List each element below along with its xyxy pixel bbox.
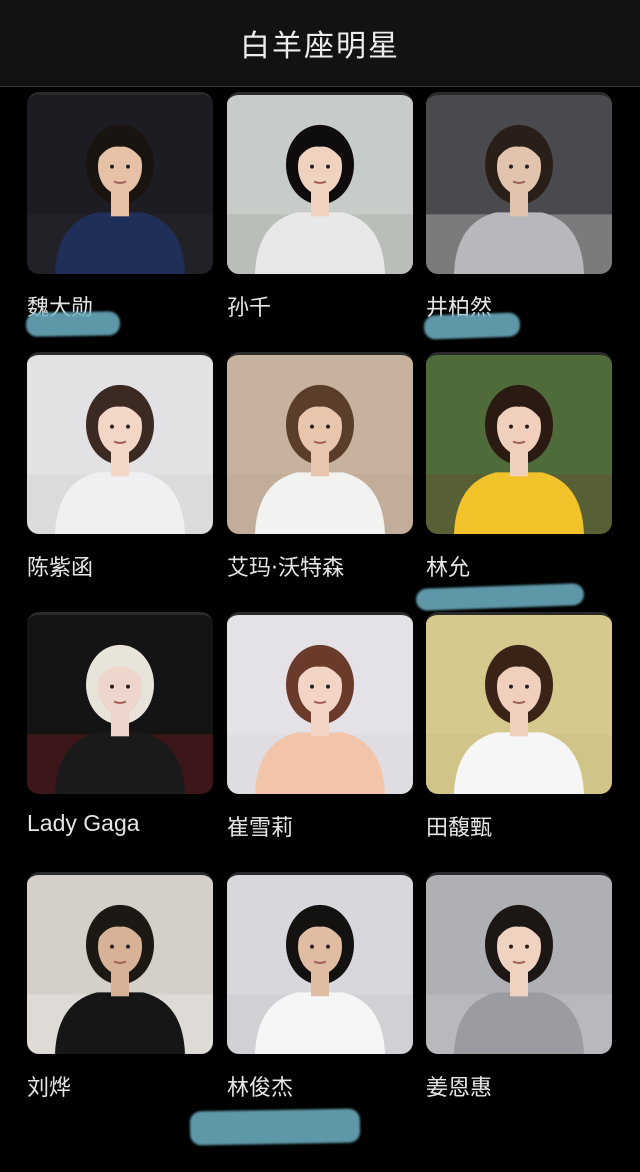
celebrity-card[interactable]: 林俊杰 xyxy=(227,872,417,1112)
celebrity-name[interactable]: 林允 xyxy=(426,550,470,582)
celebrity-photo[interactable] xyxy=(426,92,612,274)
celebrity-name[interactable]: 姜恩惠 xyxy=(426,1070,492,1102)
celebrity-name[interactable]: 陈紫函 xyxy=(27,550,93,582)
celebrity-photo[interactable] xyxy=(27,872,213,1054)
celebrity-card[interactable]: 艾玛·沃特森 xyxy=(227,352,417,592)
celebrity-name[interactable]: 孙千 xyxy=(227,290,271,322)
celebrity-photo[interactable] xyxy=(227,352,413,534)
celebrity-photo[interactable] xyxy=(227,92,413,274)
celebrity-card[interactable]: Lady Gaga xyxy=(27,612,217,852)
celebrity-card[interactable]: 魏大勋 xyxy=(27,92,217,332)
celebrity-name[interactable]: 林俊杰 xyxy=(227,1070,293,1102)
celebrity-name[interactable]: 田馥甄 xyxy=(426,810,492,842)
celebrity-card[interactable]: 林允 xyxy=(426,352,616,592)
celebrity-name[interactable]: Lady Gaga xyxy=(27,810,140,837)
page-title: 白羊座明星 xyxy=(240,29,400,64)
celebrity-card[interactable]: 崔雪莉 xyxy=(227,612,417,852)
top-bar: 白羊座明星 xyxy=(0,0,640,87)
celebrity-photo[interactable] xyxy=(27,612,213,794)
marker-highlight xyxy=(423,312,521,340)
celebrity-name[interactable]: 崔雪莉 xyxy=(227,810,293,842)
celebrity-photo[interactable] xyxy=(227,872,413,1054)
marker-highlight xyxy=(415,583,585,611)
celebrity-card[interactable]: 田馥甄 xyxy=(426,612,616,852)
celebrity-name[interactable]: 艾玛·沃特森 xyxy=(227,550,344,582)
celebrity-photo[interactable] xyxy=(426,872,612,1054)
celebrity-photo[interactable] xyxy=(27,352,213,534)
celebrity-photo[interactable] xyxy=(227,612,413,794)
celebrity-name[interactable]: 刘烨 xyxy=(27,1070,71,1102)
celebrity-card[interactable]: 孙千 xyxy=(227,92,417,332)
celebrity-card[interactable]: 刘烨 xyxy=(27,872,217,1112)
celebrity-photo[interactable] xyxy=(426,352,612,534)
celebrity-photo[interactable] xyxy=(27,92,213,274)
marker-highlight xyxy=(189,1108,361,1146)
celebrity-photo[interactable] xyxy=(426,612,612,794)
celebrity-card[interactable]: 姜恩惠 xyxy=(426,872,616,1112)
celebrity-card[interactable]: 陈紫函 xyxy=(27,352,217,592)
celebrity-card[interactable]: 井柏然 xyxy=(426,92,616,332)
marker-highlight xyxy=(25,311,121,337)
